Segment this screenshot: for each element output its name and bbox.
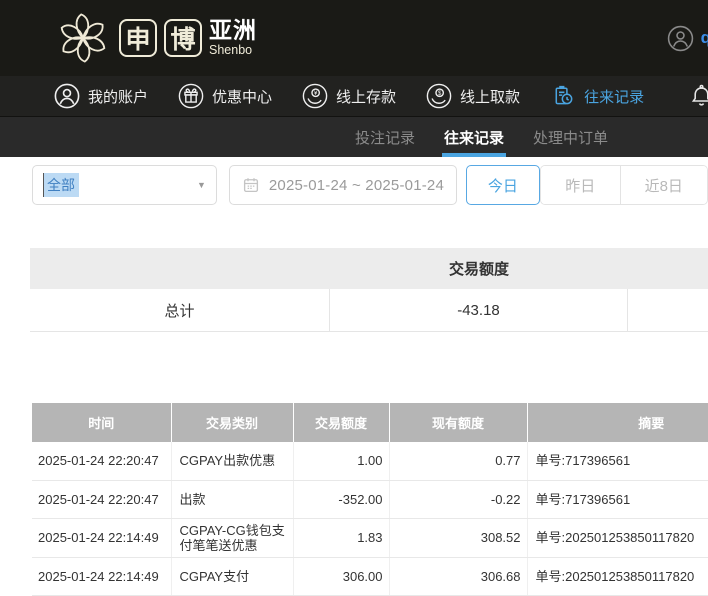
- main-nav: 我的账户 优惠中心 ¥ 线上存款: [0, 76, 708, 117]
- last-8-days-button[interactable]: 近8日: [620, 166, 707, 204]
- cell-memo: 单号:202501253850117820: [527, 557, 708, 595]
- cell-balance: -0.22: [389, 480, 527, 518]
- cell-amount: 1.00: [293, 442, 389, 480]
- category-selected-value: 全部: [43, 173, 79, 197]
- category-select[interactable]: 全部 ▼: [32, 165, 217, 205]
- nav-label-withdraw: 线上取款: [460, 86, 520, 107]
- top-header: 申 博 亚洲 Shenbo q: [0, 0, 708, 76]
- transactions-table: 时间 交易类别 交易额度 现有额度 摘要 2025-01-24 22:20:47…: [32, 403, 708, 596]
- col-header-amount: 交易额度: [293, 403, 389, 442]
- cell-type: CGPAY出款优惠: [171, 442, 293, 480]
- user-avatar-icon: [667, 25, 694, 52]
- summary-total-row: 总计 -43.18: [30, 289, 708, 332]
- cell-time: 2025-01-24 22:14:49: [32, 557, 171, 595]
- table-row: 2025-01-24 22:14:49 CGPAY支付 306.00 306.6…: [32, 557, 708, 595]
- filter-row: 全部 ▼ 2025-01-24 ~ 2025-01-24 今日 昨日 近8日: [32, 165, 708, 205]
- cell-type: CGPAY-CG钱包支付笔笔送优惠: [171, 518, 293, 557]
- lotus-flower-icon: [54, 9, 112, 67]
- nav-item-promotions[interactable]: 优惠中心: [178, 83, 272, 109]
- logo-char-shen: 申: [119, 19, 157, 57]
- tab-transaction-records[interactable]: 往来记录: [444, 117, 504, 157]
- table-row: 2025-01-24 22:14:49 CGPAY-CG钱包支付笔笔送优惠 1.…: [32, 518, 708, 557]
- today-button[interactable]: 今日: [466, 165, 540, 205]
- yesterday-button[interactable]: 昨日: [541, 166, 620, 204]
- clipboard-clock-icon: [550, 83, 576, 109]
- deposit-hand-coin-icon: ¥: [302, 83, 328, 109]
- cell-memo: 单号:717396561: [527, 442, 708, 480]
- username-text: q: [701, 28, 708, 48]
- content-area: 全部 ▼ 2025-01-24 ~ 2025-01-24 今日 昨日 近8日: [0, 165, 708, 596]
- date-range-value: 2025-01-24 ~ 2025-01-24: [269, 177, 444, 194]
- cell-time: 2025-01-24 22:20:47: [32, 480, 171, 518]
- cell-time: 2025-01-24 22:20:47: [32, 442, 171, 480]
- cell-balance: 308.52: [389, 518, 527, 557]
- cell-balance: 306.68: [389, 557, 527, 595]
- quick-range-group: 昨日 近8日: [540, 165, 708, 205]
- summary-header-row: 交易额度: [30, 248, 708, 289]
- summary-header-empty: [30, 248, 330, 289]
- cell-memo: 单号:202501253850117820: [527, 518, 708, 557]
- date-range-input[interactable]: 2025-01-24 ~ 2025-01-24: [229, 165, 457, 205]
- nav-item-transaction-records[interactable]: 往来记录: [550, 83, 644, 109]
- nav-label-deposit: 线上存款: [336, 86, 396, 107]
- summary-total-label: 总计: [30, 289, 330, 331]
- tab-pending-orders-label: 处理中订单: [533, 127, 608, 148]
- withdraw-hand-coin-icon: $: [426, 83, 452, 109]
- col-header-time: 时间: [32, 403, 171, 442]
- cell-balance: 0.77: [389, 442, 527, 480]
- sub-nav: 投注记录 往来记录 处理中订单: [0, 117, 708, 157]
- gift-icon: [178, 83, 204, 109]
- chevron-down-icon: ▼: [197, 180, 206, 190]
- summary-total-empty: [628, 289, 708, 331]
- tab-pending-orders[interactable]: 处理中订单: [533, 117, 608, 157]
- cell-memo: 单号:717396561: [527, 480, 708, 518]
- brand-logo[interactable]: 申 博 亚洲 Shenbo: [54, 9, 257, 67]
- col-header-memo: 摘要: [527, 403, 708, 442]
- summary-header-empty-2: [628, 248, 708, 289]
- user-area[interactable]: q: [667, 0, 708, 76]
- cell-amount: -352.00: [293, 480, 389, 518]
- nav-item-my-account[interactable]: 我的账户: [54, 83, 148, 109]
- tab-betting-records-label: 投注记录: [355, 127, 415, 148]
- logo-region-text: 亚洲: [209, 19, 257, 42]
- logo-char-bo: 博: [164, 19, 202, 57]
- nav-label-transaction-records: 往来记录: [584, 86, 644, 107]
- col-header-type: 交易类别: [171, 403, 293, 442]
- nav-item-deposit[interactable]: ¥ 线上存款: [302, 83, 396, 109]
- cell-time: 2025-01-24 22:14:49: [32, 518, 171, 557]
- nav-label-promotions: 优惠中心: [212, 86, 272, 107]
- transaction-records-page: 申 博 亚洲 Shenbo q: [0, 0, 708, 596]
- summary-col-header: 交易额度: [330, 248, 628, 289]
- cell-amount: 306.00: [293, 557, 389, 595]
- summary-total-value: -43.18: [330, 289, 628, 331]
- col-header-balance: 现有额度: [389, 403, 527, 442]
- tab-betting-records[interactable]: 投注记录: [355, 117, 415, 157]
- tab-transaction-records-label: 往来记录: [444, 127, 504, 148]
- logo-latin-text: Shenbo: [209, 44, 257, 57]
- cell-type: CGPAY支付: [171, 557, 293, 595]
- user-circle-icon: [54, 83, 80, 109]
- table-row: 2025-01-24 22:20:47 出款 -352.00 -0.22 单号:…: [32, 480, 708, 518]
- summary-table: 交易额度 总计 -43.18: [30, 248, 708, 332]
- calendar-icon: [242, 176, 260, 194]
- table-row: 2025-01-24 22:20:47 CGPAY出款优惠 1.00 0.77 …: [32, 442, 708, 480]
- nav-item-withdraw[interactable]: $ 线上取款: [426, 83, 520, 109]
- transactions-header-row: 时间 交易类别 交易额度 现有额度 摘要: [32, 403, 708, 442]
- cell-amount: 1.83: [293, 518, 389, 557]
- notification-bell-icon[interactable]: [688, 83, 708, 110]
- cell-type: 出款: [171, 480, 293, 518]
- nav-label-my-account: 我的账户: [88, 86, 148, 107]
